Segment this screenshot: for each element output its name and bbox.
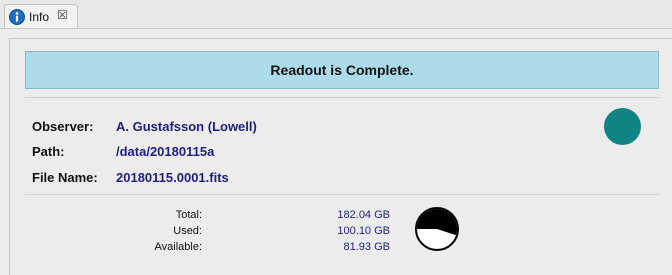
observer-label: Observer: <box>32 119 94 134</box>
path-value: /data/20180115a <box>116 144 215 159</box>
status-banner-text: Readout is Complete. <box>270 62 414 78</box>
close-icon[interactable]: ☒ <box>57 8 68 22</box>
divider <box>25 97 659 98</box>
divider <box>25 194 659 195</box>
tab-bar: Info ☒ <box>0 0 672 29</box>
disk-total-value: 182.04 GB <box>337 209 390 221</box>
disk-used-value: 100.10 GB <box>337 225 390 237</box>
info-view: Readout is Complete. Observer: A. Gustaf… <box>9 38 672 275</box>
disk-used-label: Used: <box>173 225 202 237</box>
status-banner: Readout is Complete. <box>25 51 659 89</box>
disk-available-value: 81.93 GB <box>343 241 390 253</box>
disk-usage-pie <box>415 207 459 251</box>
disk-available-label: Available: <box>154 241 203 253</box>
status-indicator <box>604 108 641 145</box>
tab-info[interactable]: Info ☒ <box>4 4 78 29</box>
observer-value: A. Gustafsson (Lowell) <box>116 119 257 134</box>
path-label: Path: <box>32 144 65 159</box>
info-icon <box>9 9 25 25</box>
file-name-value: 20180115.0001.fits <box>116 170 229 185</box>
tab-bar-divider <box>0 28 672 29</box>
tab-info-label: Info <box>29 10 50 24</box>
disk-total-label: Total: <box>175 209 202 221</box>
file-name-label: File Name: <box>32 170 98 185</box>
